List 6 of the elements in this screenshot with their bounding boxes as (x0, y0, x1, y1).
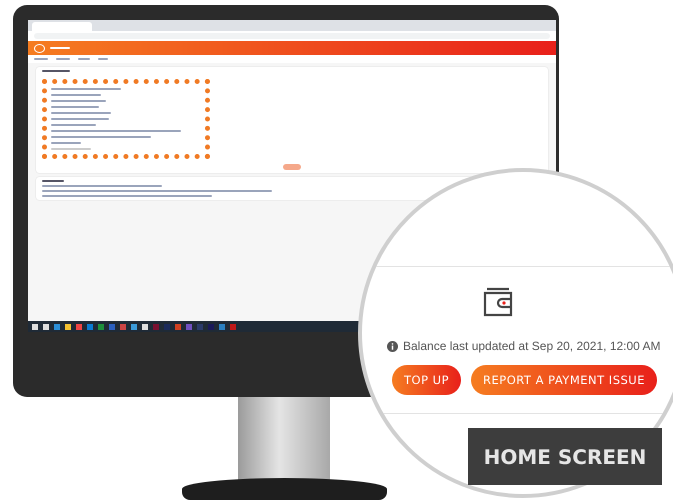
info-icon (387, 340, 398, 352)
top-up-button[interactable]: TOP UP (392, 365, 462, 395)
balance-updated-text: Balance last updated at Sep 20, 2021, 12:00 AM (403, 339, 661, 353)
caption-label: HOME SCREEN (468, 428, 662, 485)
eye-logo-icon (34, 44, 45, 52)
report-payment-issue-button[interactable]: REPORT A PAYMENT ISSUE (471, 365, 657, 395)
